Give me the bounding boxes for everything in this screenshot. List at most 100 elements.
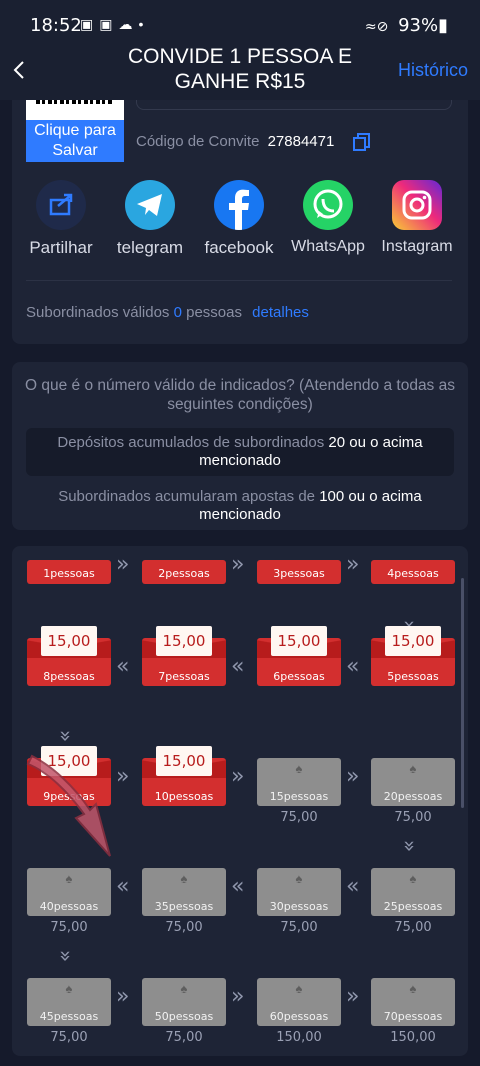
reward-envelope-locked[interactable]: ♠ 25pessoas <box>371 868 455 916</box>
spade-icon: ♠ <box>409 981 417 996</box>
wifi-icon: ≈⊘ <box>364 19 389 35</box>
condition-text: Subordinados acumularam apostas de <box>58 488 316 505</box>
reward-label: 10pessoas <box>154 790 214 803</box>
share-button-telegram[interactable]: telegram <box>105 180 195 258</box>
reward-amount: 15,00 <box>271 626 327 656</box>
pointer-arrow-icon <box>26 754 111 857</box>
share-label: Instagram <box>381 238 453 255</box>
arrow-left-icon: « <box>231 654 245 679</box>
reward-amount: 15,00 <box>156 746 212 776</box>
reward-value: 75,00 <box>394 810 432 825</box>
reward-label: 40pessoas <box>39 900 99 913</box>
reward-envelope[interactable]: 15,00 5pessoas <box>371 626 455 686</box>
reward-label: 60pessoas <box>269 1010 329 1023</box>
reward-value: 150,00 <box>276 1030 322 1045</box>
battery-level: 93% <box>398 15 439 36</box>
reward-envelope-locked[interactable]: ♠ 40pessoas <box>27 868 111 916</box>
valid-suffix: pessoas <box>186 304 242 321</box>
share-button-whatsapp[interactable]: WhatsApp <box>283 180 373 256</box>
arrow-left-icon: « <box>231 874 245 899</box>
status-right: ≈⊘ 93%▮ <box>365 15 448 36</box>
share-button-instagram[interactable]: Instagram <box>372 180 462 256</box>
telegram-icon <box>125 180 175 230</box>
share-button-partilhar[interactable]: Partilhar <box>16 180 106 258</box>
arrow-right-icon: » <box>346 984 360 1009</box>
reward-label: 25pessoas <box>383 900 443 913</box>
reward-envelope-locked[interactable]: ♠ 15pessoas <box>257 758 341 806</box>
valid-label: Subordinados válidos <box>26 304 170 321</box>
spade-icon: ♠ <box>295 761 303 776</box>
reward-label: 30pessoas <box>269 900 329 913</box>
reward-label: 45pessoas <box>39 1010 99 1023</box>
reward-label: 8pessoas <box>43 670 95 683</box>
reward-label: 20pessoas <box>383 790 443 803</box>
reward-envelope-locked[interactable]: ♠ 45pessoas <box>27 978 111 1026</box>
invite-code-row: Código de Convite 27884471 <box>136 133 334 150</box>
reward-envelope-locked[interactable]: ♠ 20pessoas <box>371 758 455 806</box>
reward-label: 15pessoas <box>269 790 329 803</box>
share-button-facebook[interactable]: facebook <box>194 180 284 258</box>
reward-value: 75,00 <box>280 810 318 825</box>
divider <box>26 280 452 281</box>
arrow-left-icon: « <box>346 654 360 679</box>
save-qr-button[interactable]: Clique para Salvar <box>26 120 124 162</box>
spade-icon: ♠ <box>180 981 188 996</box>
reward-value: 150,00 <box>390 1030 436 1045</box>
battery-icon: ▮ <box>438 15 448 36</box>
details-link[interactable]: detalhes <box>252 304 309 321</box>
arrow-right-icon: » <box>231 764 245 789</box>
back-button[interactable] <box>8 58 32 82</box>
arrow-right-icon: » <box>231 552 245 577</box>
reward-envelope-locked[interactable]: ♠ 70pessoas <box>371 978 455 1026</box>
notification-icons: ▣▣☁• <box>80 16 150 32</box>
spade-icon: ♠ <box>295 871 303 886</box>
arrow-right-icon: » <box>116 552 130 577</box>
reward-amount: 15,00 <box>41 626 97 656</box>
scrollbar[interactable] <box>461 578 464 808</box>
invite-card: Clique para Salvar Código de Convite 278… <box>12 100 468 344</box>
reward-envelope[interactable]: 3pessoas <box>257 560 341 584</box>
conditions-question: O que é o número válido de indicados? (A… <box>25 377 455 413</box>
reward-envelope-locked[interactable]: ♠ 60pessoas <box>257 978 341 1026</box>
share-label: WhatsApp <box>291 238 365 255</box>
reward-label: 6pessoas <box>273 670 325 683</box>
whatsapp-icon <box>303 180 353 230</box>
share-label: facebook <box>204 238 274 257</box>
reward-envelope[interactable]: 15,00 6pessoas <box>257 626 341 686</box>
spade-icon: ♠ <box>409 871 417 886</box>
spade-icon: ♠ <box>65 981 73 996</box>
arrow-left-icon: « <box>116 874 130 899</box>
reward-label: 4pessoas <box>387 567 439 580</box>
reward-envelope[interactable]: 15,00 7pessoas <box>142 626 226 686</box>
reward-envelope-locked[interactable]: ♠ 30pessoas <box>257 868 341 916</box>
reward-label: 70pessoas <box>383 1010 443 1023</box>
reward-value: 75,00 <box>165 920 203 935</box>
page-title: CONVIDE 1 PESSOA E GANHE R$15 <box>127 45 353 93</box>
spade-icon: ♠ <box>65 871 73 886</box>
reward-envelope[interactable]: 15,00 8pessoas <box>27 626 111 686</box>
history-link[interactable]: Histórico <box>398 60 468 81</box>
status-bar: 18:52 ▣▣☁• ≈⊘ 93%▮ <box>0 0 480 48</box>
status-time: 18:52 <box>30 15 82 36</box>
copy-icon[interactable] <box>352 132 372 152</box>
invite-link-field <box>136 100 452 110</box>
reward-envelope[interactable]: 15,00 10pessoas <box>142 746 226 806</box>
reward-envelope[interactable]: 4pessoas <box>371 560 455 584</box>
spade-icon: ♠ <box>295 981 303 996</box>
arrow-down-icon: » <box>398 839 423 853</box>
condition-text: Depósitos acumulados de subordinados <box>57 434 325 451</box>
reward-envelope[interactable]: 1pessoas <box>27 560 111 584</box>
share-row: Partilhar telegram facebook WhatsApp Ins… <box>12 180 468 270</box>
reward-value: 75,00 <box>280 920 318 935</box>
reward-label: 1pessoas <box>43 567 95 580</box>
condition-deposits: Depósitos acumulados de subordinados 20 … <box>26 428 454 476</box>
share-label: telegram <box>116 238 184 257</box>
reward-envelope-locked[interactable]: ♠ 50pessoas <box>142 978 226 1026</box>
reward-envelope[interactable]: 2pessoas <box>142 560 226 584</box>
chevron-left-icon <box>13 61 24 79</box>
arrow-left-icon: « <box>346 874 360 899</box>
reward-label: 2pessoas <box>158 567 210 580</box>
arrow-right-icon: » <box>116 984 130 1009</box>
reward-envelope-locked[interactable]: ♠ 35pessoas <box>142 868 226 916</box>
reward-label: 3pessoas <box>273 567 325 580</box>
